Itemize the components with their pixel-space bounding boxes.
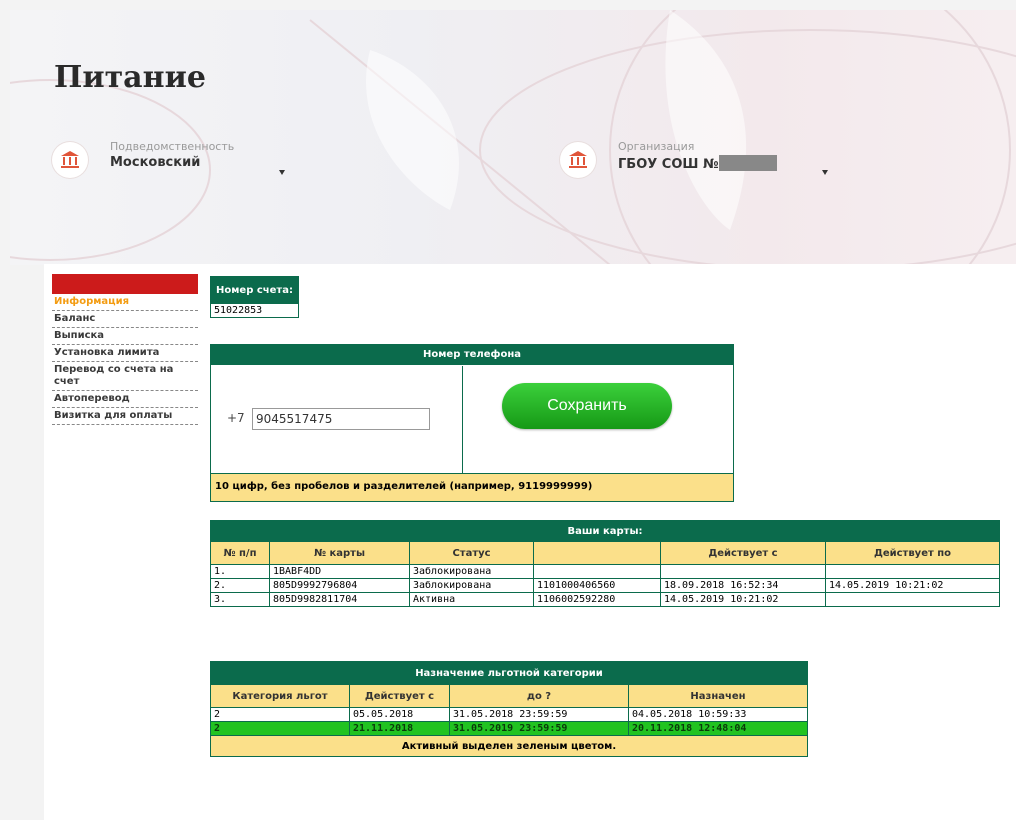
table-row-active: 2 21.11.2018 31.05.2019 23:59:59 20.11.2… [210,721,808,736]
table-cell: 1BABF4DD [269,564,410,579]
benefit-table: Назначение льготной категории Категория … [210,661,808,757]
table-row: 3. 805D9982811704 Активна 1106002592280 … [210,592,1000,607]
account-header: Номер счета: [210,276,299,304]
organization-value: ГБОУ СОШ № [618,155,777,172]
cards-col-num: № п/п [210,541,270,565]
account-number: 51022853 [210,303,299,318]
benefit-col-from: Действует с [349,684,450,708]
table-cell: 805D9992796804 [269,578,410,593]
cards-col-extra [533,541,661,565]
benefit-col-category: Категория льгот [210,684,350,708]
table-cell: Активна [409,592,534,607]
organization-caption: Организация [618,140,695,153]
chevron-down-icon[interactable] [279,170,285,175]
table-cell: 31.05.2018 23:59:59 [449,707,629,722]
table-row: 2. 805D9992796804 Заблокирована 11010004… [210,578,1000,593]
table-cell: 04.05.2018 10:59:33 [628,707,808,722]
phone-panel: Номер телефона +7 Сохранить 10 цифр, без… [210,344,734,502]
table-cell [825,592,1000,607]
phone-input-area: +7 [211,366,463,473]
main-content: Информация Баланс Выписка Установка лими… [44,264,1016,820]
benefit-header: Назначение льготной категории [210,661,808,685]
redacted-block [718,155,777,171]
subordination-value: Московский [110,155,201,170]
table-cell [660,564,826,579]
phone-header: Номер телефона [211,345,733,365]
account-table: Номер счета: 51022853 [210,276,299,318]
bank-icon [52,142,88,178]
table-cell: 31.05.2019 23:59:59 [449,721,629,736]
table-cell: Заблокирована [409,578,534,593]
table-cell: 2 [210,721,350,736]
cards-header: Ваши карты: [210,520,1000,542]
sidebar-item-transfer[interactable]: Перевод со счета на счет [52,362,198,391]
bank-icon [560,142,596,178]
table-row: 1. 1BABF4DD Заблокирована [210,564,1000,579]
cards-col-status: Статус [409,541,534,565]
table-cell: 18.09.2018 16:52:34 [660,578,826,593]
sidebar-item-info[interactable]: Информация [52,294,198,311]
table-cell: 1106002592280 [533,592,661,607]
table-cell: 3. [210,592,270,607]
cards-table: Ваши карты: № п/п № карты Статус Действу… [210,520,1000,607]
chevron-down-icon[interactable] [822,170,828,175]
sidebar: Информация Баланс Выписка Установка лими… [52,274,198,425]
sidebar-accent-bar [52,274,198,294]
cards-col-card: № карты [269,541,410,565]
table-row: 2 05.05.2018 31.05.2018 23:59:59 04.05.2… [210,707,808,722]
table-cell: 05.05.2018 [349,707,450,722]
sidebar-item-statement[interactable]: Выписка [52,328,198,345]
hero-banner: Питание Подведомственность Московский Ор… [10,10,1016,265]
table-cell: 1. [210,564,270,579]
table-cell [825,564,1000,579]
table-cell: 805D9982811704 [269,592,410,607]
table-cell: 14.05.2019 10:21:02 [660,592,826,607]
cards-col-from: Действует с [660,541,826,565]
table-cell: 2. [210,578,270,593]
table-cell [533,564,661,579]
page-title: Питание [54,60,206,95]
save-button[interactable]: Сохранить [502,383,672,429]
sidebar-item-limit[interactable]: Установка лимита [52,345,198,362]
sidebar-item-balance[interactable]: Баланс [52,311,198,328]
subordination-selector[interactable]: Подведомственность Московский [52,140,332,186]
phone-prefix: +7 [227,411,245,425]
subordination-caption: Подведомственность [110,140,235,153]
sidebar-item-autotransfer[interactable]: Автоперевод [52,391,198,408]
benefit-col-to: до ? [449,684,629,708]
benefit-note: Активный выделен зеленым цветом. [210,735,808,757]
phone-hint: 10 цифр, без пробелов и разделителей (на… [211,473,733,501]
table-cell: 21.11.2018 [349,721,450,736]
sidebar-item-payment-card[interactable]: Визитка для оплаты [52,408,198,425]
decorative-background [10,10,1016,265]
phone-input[interactable] [252,408,430,430]
benefit-col-assigned: Назначен [628,684,808,708]
table-cell: Заблокирована [409,564,534,579]
table-cell: 20.11.2018 12:48:04 [628,721,808,736]
table-cell: 2 [210,707,350,722]
organization-selector[interactable]: Организация ГБОУ СОШ № [560,140,840,186]
table-cell: 14.05.2019 10:21:02 [825,578,1000,593]
cards-col-to: Действует по [825,541,1000,565]
organization-value-text: ГБОУ СОШ № [618,157,719,172]
table-cell: 1101000406560 [533,578,661,593]
